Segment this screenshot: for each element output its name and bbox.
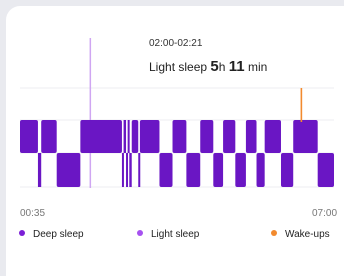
light-sleep-segment[interactable]	[172, 120, 187, 153]
legend: Deep sleep Light sleep Wake-ups	[0, 229, 344, 243]
light-sleep-segment[interactable]	[20, 120, 38, 153]
legend-deep-sleep-dot	[19, 230, 25, 237]
tooltip-minutes-unit: min	[244, 60, 268, 74]
selection-tooltip: 02:00-02:21 Light sleep 5h 11 min	[149, 38, 267, 75]
tooltip-hours-unit: h	[218, 60, 226, 74]
light-sleep-segment[interactable]	[131, 120, 139, 153]
deep-sleep-segment[interactable]	[280, 153, 294, 187]
deep-sleep-segment[interactable]	[317, 153, 334, 187]
deep-sleep-segment[interactable]	[235, 153, 246, 187]
deep-sleep-segment[interactable]	[129, 153, 132, 187]
legend-wake-ups-label: Wake-ups	[285, 229, 330, 240]
deep-sleep-segment[interactable]	[138, 153, 141, 187]
axis-end-label: 07:00	[312, 208, 338, 219]
light-sleep-segment[interactable]	[264, 120, 281, 153]
tooltip-minutes-value: 11	[228, 58, 245, 75]
deep-sleep-segment[interactable]	[256, 153, 265, 187]
deep-sleep-segment[interactable]	[186, 153, 201, 187]
tooltip-time-range: 02:00-02:21	[149, 38, 203, 49]
axis-start-label: 00:35	[20, 208, 46, 219]
deep-sleep-segment[interactable]	[121, 153, 124, 187]
legend-light-sleep-dot	[137, 230, 143, 237]
deep-sleep-segment[interactable]	[159, 153, 173, 187]
light-sleep-segment[interactable]	[293, 120, 318, 153]
legend-light-sleep: Light sleep	[137, 229, 199, 240]
legend-wake-ups: Wake-ups	[271, 229, 330, 240]
light-sleep-segment[interactable]	[139, 120, 160, 153]
light-sleep-segment[interactable]	[41, 120, 57, 153]
tooltip-duration: Light sleep 5h 11 min	[149, 59, 267, 75]
legend-wake-ups-dot	[271, 230, 277, 237]
light-sleep-segment[interactable]	[123, 120, 127, 153]
light-sleep-segment[interactable]	[80, 120, 122, 153]
deep-sleep-segment[interactable]	[37, 153, 42, 187]
light-sleep-segment[interactable]	[200, 120, 214, 153]
tooltip-stage-label: Light sleep	[149, 60, 208, 74]
legend-deep-sleep-label: Deep sleep	[33, 229, 84, 240]
deep-sleep-segment[interactable]	[56, 153, 81, 187]
legend-deep-sleep: Deep sleep	[19, 229, 84, 240]
legend-light-sleep-label: Light sleep	[151, 229, 200, 240]
tooltip-hours-value: 5	[210, 58, 219, 75]
light-sleep-segment[interactable]	[245, 120, 257, 153]
light-sleep-segment[interactable]	[223, 120, 236, 153]
deep-sleep-segment[interactable]	[213, 153, 224, 187]
deep-sleep-segment[interactable]	[126, 153, 129, 187]
light-sleep-segment[interactable]	[127, 120, 130, 153]
